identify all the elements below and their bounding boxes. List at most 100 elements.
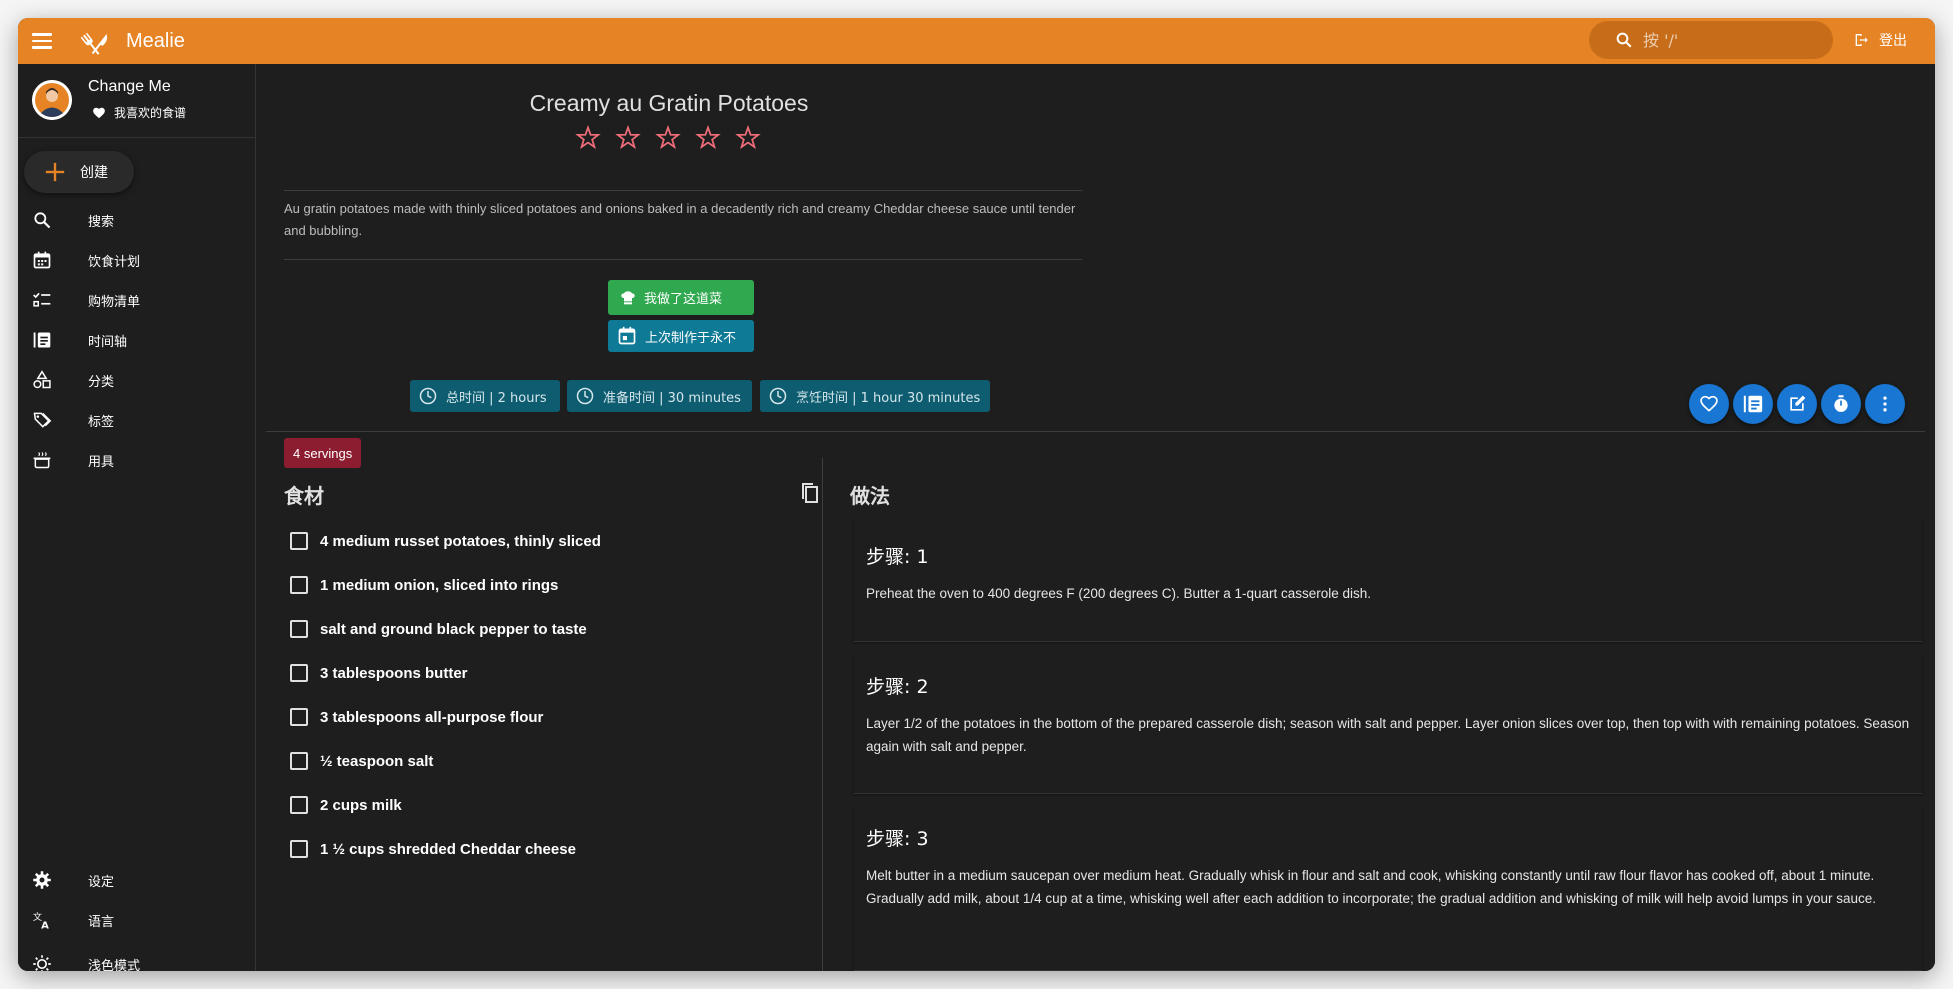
divider (284, 259, 1082, 260)
recipe-page: Creamy au Gratin Potatoes Au gratin pota… (256, 64, 1935, 971)
translate-icon: 文A (33, 911, 49, 930)
sidebar-item-label: 饮食计划 (88, 254, 141, 270)
total-time-label: 总时间 | 2 hours (446, 390, 547, 406)
ingredient-checkbox[interactable] (290, 796, 308, 814)
user-name: Change Me (88, 78, 171, 95)
more-vertical-icon (1883, 396, 1887, 412)
prep-time-chip: 准备时间 | 30 minutes (567, 380, 752, 412)
ingredient-checkbox[interactable] (290, 532, 308, 550)
sidebar-item-categories[interactable]: 分类 (18, 364, 256, 396)
edit-button[interactable] (1777, 384, 1817, 424)
logout-icon (1855, 34, 1868, 46)
ingredient-text: ½ teaspoon salt (320, 752, 434, 770)
search-input[interactable] (1643, 30, 1813, 50)
ingredient-checkbox[interactable] (290, 620, 308, 638)
recipe-description: Au gratin potatoes made with thinly slic… (284, 201, 1076, 238)
search-box[interactable] (1589, 21, 1833, 59)
ingredient-item[interactable]: 2 cups milk (290, 788, 402, 822)
step-text: Layer 1/2 of the potatoes in the bottom … (866, 716, 1910, 754)
edit-icon (1790, 395, 1806, 411)
sidebar-item-search[interactable]: 搜索 (18, 204, 256, 236)
app-window: Mealie 登出 Change Me (18, 18, 1935, 971)
ingredient-text: 3 tablespoons all-purpose flour (320, 708, 544, 726)
sidebar-item-theme[interactable]: 浅色模式 (18, 948, 256, 971)
shapes-icon (33, 370, 51, 389)
sidebar-item-label: 搜索 (88, 214, 115, 230)
favorites-link[interactable]: 我喜欢的食谱 (92, 104, 186, 121)
ingredient-item[interactable]: 1 ½ cups shredded Cheddar cheese (290, 832, 576, 866)
top-app-bar: Mealie 登出 (18, 18, 1935, 64)
ingredient-checkbox[interactable] (290, 840, 308, 858)
ingredient-checkbox[interactable] (290, 664, 308, 682)
pot-icon (33, 452, 51, 469)
last-made-label: 上次制作于永不 (645, 330, 737, 346)
recipe-actions (1689, 384, 1905, 424)
sidebar-item-meal-plan[interactable]: 饮食计划 (18, 244, 256, 276)
avatar[interactable] (32, 80, 72, 120)
sidebar-item-label: 标签 (88, 414, 115, 430)
ingredient-text: 1 ½ cups shredded Cheddar cheese (320, 840, 576, 858)
ingredient-checkbox[interactable] (290, 752, 308, 770)
ingredient-checkbox[interactable] (290, 708, 308, 726)
more-options-button[interactable] (1865, 384, 1905, 424)
sidebar-item-label: 时间轴 (88, 334, 128, 350)
cook-time-chip: 烹饪时间 | 1 hour 30 minutes (760, 380, 990, 412)
ingredient-item[interactable]: ½ teaspoon salt (290, 744, 433, 778)
star-icon[interactable] (614, 124, 642, 152)
column-divider (822, 458, 823, 971)
ingredient-item[interactable]: salt and ground black pepper to taste (290, 612, 587, 646)
total-time-chip: 总时间 | 2 hours (410, 380, 560, 412)
ingredient-text: 3 tablespoons butter (320, 664, 468, 682)
ingredient-checkbox[interactable] (290, 576, 308, 594)
ingredient-item[interactable]: 4 medium russet potatoes, thinly sliced (290, 524, 601, 558)
star-icon[interactable] (694, 124, 722, 152)
search-icon (34, 212, 51, 229)
ingredient-item[interactable]: 3 tablespoons all-purpose flour (290, 700, 543, 734)
ingredient-item[interactable]: 1 medium onion, sliced into rings (290, 568, 558, 602)
user-panel: Change Me 我喜欢的食谱 (18, 64, 256, 138)
svg-text:A: A (41, 920, 49, 930)
instruction-step[interactable]: 步骤: 2 Layer 1/2 of the potatoes in the b… (854, 652, 1922, 794)
star-icon[interactable] (734, 124, 762, 152)
instruction-step[interactable]: 步骤: 1 Preheat the oven to 400 degrees F … (854, 522, 1922, 642)
timer-icon (1834, 395, 1848, 412)
ingredient-text: 1 medium onion, sliced into rings (320, 576, 559, 594)
favorite-button[interactable] (1689, 384, 1729, 424)
ingredient-text: salt and ground black pepper to taste (320, 620, 587, 638)
search-icon (1616, 32, 1632, 48)
heart-outline-icon (1700, 395, 1718, 412)
sidebar-item-label: 浅色模式 (88, 958, 141, 972)
sidebar-item-timeline[interactable]: 时间轴 (18, 324, 256, 356)
star-icon[interactable] (654, 124, 682, 152)
instructions-heading: 做法 (850, 484, 890, 508)
servings-badge: 4 servings (284, 438, 362, 468)
sidebar-item-shopping-list[interactable]: 购物清单 (18, 284, 256, 316)
logout-button[interactable]: 登出 (1853, 30, 1907, 50)
step-title: 步骤: 1 (866, 546, 929, 568)
timer-button[interactable] (1821, 384, 1861, 424)
star-rating[interactable] (574, 124, 762, 152)
clock-icon (419, 387, 437, 405)
fork-knife-logo-icon[interactable] (80, 25, 112, 57)
sidebar-item-tags[interactable]: 标签 (18, 404, 256, 436)
ingredient-text: 2 cups milk (320, 796, 402, 814)
app-title[interactable]: Mealie (126, 30, 185, 53)
create-button[interactable]: 创建 (24, 151, 134, 193)
sidebar-item-label: 购物清单 (88, 294, 141, 310)
heart-icon (93, 107, 105, 118)
timeline-button[interactable] (1733, 384, 1773, 424)
sidebar-item-label: 设定 (88, 874, 115, 890)
ingredient-text: 4 medium russet potatoes, thinly sliced (320, 532, 601, 550)
menu-icon[interactable] (32, 28, 58, 54)
prep-time-label: 准备时间 | 30 minutes (603, 390, 741, 406)
logout-label: 登出 (1879, 33, 1907, 49)
instruction-step[interactable]: 步骤: 3 Melt butter in a medium saucepan o… (854, 804, 1922, 971)
sidebar-item-tools[interactable]: 用具 (18, 444, 256, 476)
made-this-button[interactable]: 我做了这道菜 (608, 280, 754, 315)
copy-icon[interactable] (798, 481, 822, 505)
sidebar-item-settings[interactable]: 设定 (18, 864, 256, 896)
star-icon[interactable] (574, 124, 602, 152)
ingredient-item[interactable]: 3 tablespoons butter (290, 656, 468, 690)
calendar-icon (618, 326, 636, 345)
sidebar-item-language[interactable]: 文A 语言 (18, 904, 256, 936)
